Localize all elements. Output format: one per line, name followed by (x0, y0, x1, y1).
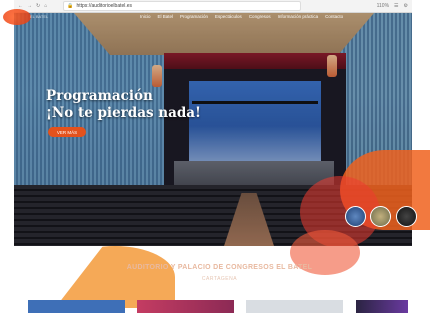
browser-toolbar: ← → ↻ ⌂ 🔒 https://auditorioelbatel.es 11… (14, 0, 412, 13)
nav-item-congresos[interactable]: Congresos (249, 14, 271, 19)
settings-icon[interactable]: ⚙ (404, 3, 408, 9)
home-icon[interactable]: ⌂ (44, 3, 47, 9)
event-card[interactable] (28, 300, 125, 313)
url-text: https://auditorioelbatel.es (76, 3, 133, 9)
address-bar[interactable]: 🔒 https://auditorioelbatel.es (63, 1, 302, 11)
site-logo[interactable] (3, 9, 31, 25)
nav-item-contacto[interactable]: Contacto (325, 14, 343, 19)
zoom-level[interactable]: 110% (377, 3, 389, 9)
carousel-thumbnail[interactable] (370, 206, 391, 227)
lock-icon: 🔒 (67, 3, 74, 9)
menu-icon[interactable]: ☰ (394, 3, 398, 9)
carousel-thumbnail[interactable] (345, 206, 366, 227)
browser-right-controls: 110% ☰ ⚙ (377, 3, 408, 9)
reload-icon[interactable]: ↻ (36, 3, 40, 9)
nav-item-el-batel[interactable]: El Batel (158, 14, 174, 19)
main-nav: Inicio El Batel Programación Espectáculo… (140, 14, 343, 19)
event-card[interactable] (356, 300, 408, 313)
hero-title-line2: ¡No te pierdas nada! (46, 105, 201, 121)
event-card[interactable] (137, 300, 234, 313)
nav-item-espectaculos[interactable]: Espectáculos (215, 14, 242, 19)
nav-item-informacion[interactable]: Información práctica (278, 14, 319, 19)
nav-item-programacion[interactable]: Programación (180, 14, 208, 19)
hero-cta-button[interactable]: VER MÁS (48, 127, 86, 137)
hero-title: Programación ¡No te pierdas nada! (46, 88, 201, 122)
event-card[interactable] (246, 300, 343, 313)
forward-icon[interactable]: → (27, 3, 32, 9)
carousel-thumbnail[interactable] (396, 206, 417, 227)
section-subtitle: CARTAGENA (201, 276, 238, 282)
browser-nav: ← → ↻ ⌂ (18, 3, 47, 9)
logo-text: EL BATEL (30, 14, 49, 19)
section-title: AUDITORIO Y PALACIO DE CONGRESOS EL BATE… (126, 264, 313, 271)
hero-title-line1: Programación (46, 88, 153, 104)
nav-item-inicio[interactable]: Inicio (140, 14, 151, 19)
